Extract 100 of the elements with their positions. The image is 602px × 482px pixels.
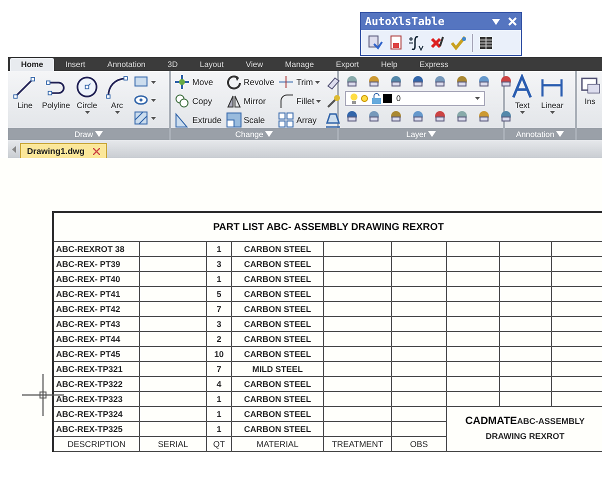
table-cell [324,302,392,317]
array-icon [278,112,294,128]
close-icon[interactable] [92,148,100,154]
tool-button[interactable]: Fillet [278,93,322,109]
dropdown-caret-icon [114,111,120,114]
table-cell: CARBON STEEL [232,377,324,392]
layer-tool-icon[interactable] [455,109,470,123]
column-header: SERIAL [140,437,207,452]
dropdown-caret-icon [151,116,156,120]
trim-icon [278,74,294,90]
ribbon-tab[interactable]: Help [370,58,408,71]
table-cell [140,302,207,317]
table-cell [392,377,447,392]
ribbon-tab[interactable]: Export [324,58,370,71]
table-cell [447,347,500,362]
layer-tool-icon[interactable] [455,74,470,88]
ribbon-tab[interactable]: Annotation [96,58,157,71]
table-cell [500,302,552,317]
tool-button[interactable] [325,112,342,128]
ribbon-tab[interactable]: Express [408,58,460,71]
tool-button[interactable]: Trim [278,74,322,90]
ribbon-tab[interactable]: Home [10,58,54,71]
tool-button[interactable]: Text [508,74,536,114]
circle-tool-icon [74,74,100,100]
formula-icon[interactable] [409,34,425,50]
layer-tool-icon[interactable] [367,74,382,88]
table-cell: 1 [207,242,232,257]
mirror-icon [226,93,242,109]
tool-button[interactable]: Move [174,74,222,90]
table-cell [447,287,500,302]
padlock-icon [371,93,382,104]
layer-tool-icon[interactable] [389,109,404,123]
table-cell: CARBON STEEL [232,287,324,302]
tool-button[interactable]: Copy [174,93,222,109]
table-cell [392,317,447,332]
layer-tool-icon[interactable] [477,74,492,88]
layer-tool-icon[interactable] [499,109,514,123]
table-cell [447,272,500,287]
table-cell [324,272,392,287]
tool-button[interactable]: Mirror [226,93,274,109]
ribbon-tab[interactable]: Manage [274,58,325,71]
tool-button[interactable] [325,93,342,109]
dropdown-caret-icon [520,111,525,114]
ribbon-tab[interactable]: Layout [188,58,235,71]
layer-tool-icon[interactable] [433,109,448,123]
table-cell: 5 [207,287,232,302]
table-cell: 10 [207,347,232,362]
table-cell: ABC-REX-TP322 [54,377,140,392]
document-arrow-icon[interactable] [367,34,383,50]
check-pencil-icon[interactable] [451,34,467,50]
table-cell [324,347,392,362]
table-cell: ABC-REX-TP323 [54,392,140,407]
table-cell [140,407,207,422]
layer-tool-icon[interactable] [411,109,426,123]
table-cell [500,377,552,392]
table-cell [324,362,392,377]
table-icon[interactable] [478,34,494,50]
layer-tool-icon[interactable] [499,74,514,88]
stamp-icon [325,112,342,128]
tool-button[interactable]: Array [278,112,322,128]
ribbon-tab[interactable]: 3D [156,58,189,71]
tool-button[interactable]: Circle [73,74,102,114]
layer-tool-icon[interactable] [345,74,360,88]
ribbon-tab[interactable]: View [234,58,274,71]
tool-button[interactable]: Ins [578,74,602,110]
document-icon[interactable] [388,34,404,50]
table-cell: 7 [207,302,232,317]
table-title: PART LIST ABC- ASSEMBLY DRAWING REXROT [54,213,602,242]
tool-button[interactable]: Scale [226,112,274,128]
tool-button[interactable]: Arc [103,74,132,114]
table-cell [140,332,207,347]
layer-tool-icon[interactable] [411,74,426,88]
layer-tool-icon[interactable] [433,74,448,88]
layer-tool-icon[interactable] [477,109,492,123]
tool-button[interactable] [133,110,156,126]
tool-button[interactable]: Polyline [41,74,72,114]
table-cell [140,257,207,272]
tool-button[interactable]: Line [11,74,39,114]
line-tool-icon [12,74,38,100]
layer-tool-icon[interactable] [367,109,382,123]
scroll-left-icon[interactable] [12,146,16,152]
table-cell [140,377,207,392]
tool-button[interactable]: Revolve [226,74,274,90]
sun-icon [359,93,370,104]
dropdown-icon[interactable] [492,18,500,24]
table-cell [324,287,392,302]
tool-button[interactable]: Linear [538,74,566,114]
layer-tool-icon[interactable] [345,109,360,123]
table-cell: 7 [207,362,232,377]
cross-pencil-icon[interactable] [430,34,446,50]
ribbon-tab[interactable]: Insert [54,58,96,71]
table-cell [447,257,500,272]
document-tab[interactable]: Drawing1.dwg [20,143,107,158]
table-cell [324,422,392,437]
table-cell: ABC-REX- PT39 [54,257,140,272]
tool-button[interactable]: Extrude [174,112,222,128]
layer-dropdown[interactable]: 0 [345,91,486,106]
layer-tool-icon[interactable] [389,74,404,88]
table-cell [140,392,207,407]
table-cell [500,287,552,302]
